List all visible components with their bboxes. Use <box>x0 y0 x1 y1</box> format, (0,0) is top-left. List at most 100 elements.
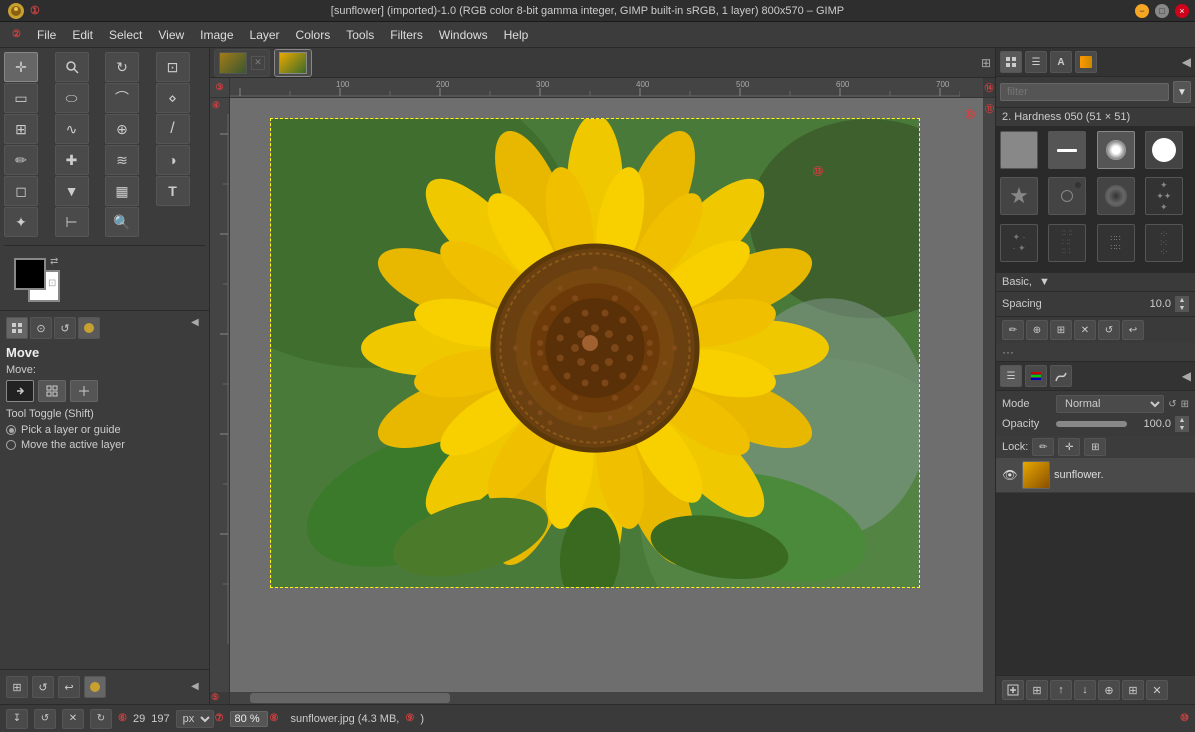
brush-item-11[interactable]: ∷∷∷∷ <box>1097 224 1135 262</box>
brush-save-btn[interactable]: ↩ <box>1122 320 1144 340</box>
brush-copy-btn[interactable]: ⊞ <box>1050 320 1072 340</box>
dodge-btn[interactable]: ◑ <box>156 145 190 175</box>
bottom-icon-3[interactable]: ↩ <box>58 676 80 698</box>
vertical-scrollbar[interactable]: ⑪ <box>983 98 995 692</box>
brush-item-7[interactable] <box>1097 177 1135 215</box>
paint-btn[interactable]: ✏ <box>4 145 38 175</box>
lock-position-btn[interactable]: ✛ <box>1058 438 1080 456</box>
select-free-btn[interactable]: ⌒ <box>105 83 139 113</box>
image-tab-2[interactable] <box>274 49 312 77</box>
panel-expand-btn[interactable]: ◀ <box>191 317 203 329</box>
move-icon-crosshair[interactable] <box>70 380 98 402</box>
brush-duplicate-btn[interactable]: ⊕ <box>1026 320 1048 340</box>
menu-view[interactable]: View <box>150 25 192 45</box>
eyedropper-btn[interactable]: ✦ <box>4 207 38 237</box>
layers-tab[interactable]: ☰ <box>1000 365 1022 387</box>
layer-merge-btn[interactable]: ⊕ <box>1098 680 1120 700</box>
bottom-icon-2[interactable]: ↺ <box>32 676 54 698</box>
brush-item-12[interactable]: ·:·:·:·:· <box>1145 224 1183 262</box>
brush-more[interactable]: ··· <box>996 343 1195 361</box>
filter-input[interactable] <box>1000 83 1169 101</box>
menu-help[interactable]: Help <box>496 25 537 45</box>
opacity-spinner[interactable]: ▲ ▼ <box>1175 416 1189 432</box>
opacity-up-btn[interactable]: ▲ <box>1175 416 1189 424</box>
layers-expand[interactable]: ◀ <box>1182 369 1191 383</box>
transform-btn[interactable]: ⊞ <box>4 114 38 144</box>
restore-btn[interactable]: □ <box>1155 4 1169 18</box>
move-icon-grid[interactable] <box>38 380 66 402</box>
brush-item-2[interactable] <box>1048 131 1086 169</box>
bottom-icon-1[interactable]: ⊞ <box>6 676 28 698</box>
layer-flatten-btn[interactable]: ⊞ <box>1122 680 1144 700</box>
heal-btn[interactable]: ✚ <box>55 145 89 175</box>
mode-select[interactable]: Normal <box>1056 395 1164 413</box>
zoom-tool-btn[interactable] <box>55 52 89 82</box>
spacing-up-btn[interactable]: ▲ <box>1175 296 1189 304</box>
menu-tools[interactable]: Tools <box>338 25 382 45</box>
brush-item-1[interactable] <box>1000 131 1038 169</box>
statusbar-btn-redo[interactable]: ↻ <box>90 709 112 729</box>
brush-delete-btn[interactable]: ✕ <box>1074 320 1096 340</box>
crop-tool-btn[interactable]: ⊡ <box>156 52 190 82</box>
select-ellipse-btn[interactable]: ⬭ <box>55 83 89 113</box>
brush-item-4[interactable] <box>1145 131 1183 169</box>
mode-legacy-btn[interactable]: ⊞ <box>1181 399 1189 410</box>
channels-tab[interactable] <box>1025 365 1047 387</box>
bucket-fill-btn[interactable]: ▼ <box>55 176 89 206</box>
smudge-btn[interactable]: ≋ <box>105 145 139 175</box>
move-icon-link[interactable] <box>6 380 34 402</box>
layer-delete-btn[interactable]: ✕ <box>1146 680 1168 700</box>
brush-item-9[interactable]: ✦ ·· ✦ <box>1000 224 1038 262</box>
spacing-spinner[interactable]: ▲ ▼ <box>1175 296 1189 312</box>
horizontal-scrollbar[interactable] <box>230 692 995 704</box>
swap-colors-btn[interactable]: ⇄ <box>50 256 58 267</box>
layer-down-btn[interactable]: ↓ <box>1074 680 1096 700</box>
select-rect-btn[interactable]: ▭ <box>4 83 38 113</box>
radio-pick-layer[interactable]: Pick a layer or guide <box>6 424 203 436</box>
image-tab-1[interactable]: ✕ <box>214 49 270 77</box>
blend-btn[interactable]: ▦ <box>105 176 139 206</box>
brush-item-5[interactable]: ★ <box>1000 177 1038 215</box>
menu-image[interactable]: Image <box>192 25 241 45</box>
fuzzy-select-btn[interactable]: ⋄ <box>156 83 190 113</box>
options-tab-active[interactable] <box>6 317 28 339</box>
brush-item-3[interactable] <box>1097 131 1135 169</box>
options-tab-2[interactable]: ⊙ <box>30 317 52 339</box>
options-tab-4[interactable] <box>78 317 100 339</box>
menu-windows[interactable]: Windows <box>431 25 496 45</box>
measure-btn[interactable]: ⊢ <box>55 207 89 237</box>
erase-btn[interactable]: ◻ <box>4 176 38 206</box>
zoom-input[interactable] <box>230 711 268 727</box>
panel-right-expand[interactable]: ◀ <box>1182 55 1191 69</box>
brush-item-10[interactable]: :: ::: :::: : <box>1048 224 1086 262</box>
brush-item-6[interactable] <box>1048 177 1086 215</box>
brush-list-tab[interactable]: ☰ <box>1025 51 1047 73</box>
menu-colors[interactable]: Colors <box>288 25 339 45</box>
menu-select[interactable]: Select <box>101 25 150 45</box>
search-btn[interactable]: 🔍 <box>105 207 139 237</box>
panel-collapse-btn[interactable]: ◀ <box>191 681 203 693</box>
brush-gradient-tab[interactable] <box>1075 51 1097 73</box>
statusbar-btn-export[interactable]: ↧ <box>6 709 28 729</box>
layer-new-btn[interactable] <box>1002 680 1024 700</box>
layer-up-btn[interactable]: ↑ <box>1050 680 1072 700</box>
options-tab-3[interactable]: ↺ <box>54 317 76 339</box>
move-tool-btn[interactable]: ✛ <box>4 52 38 82</box>
statusbar-btn-undo[interactable]: ↺ <box>34 709 56 729</box>
bottom-icon-4[interactable] <box>84 676 106 698</box>
warp-btn[interactable]: ∿ <box>55 114 89 144</box>
menu-edit[interactable]: Edit <box>64 25 101 45</box>
brush-edit-btn[interactable]: ✏ <box>1002 320 1024 340</box>
brush-preset-dropdown[interactable]: ▼ <box>1039 276 1050 288</box>
close-btn[interactable]: × <box>1175 4 1189 18</box>
text-btn[interactable]: T <box>156 176 190 206</box>
layer-visibility-btn[interactable]: 👁 <box>1002 467 1018 483</box>
brush-refresh-btn[interactable]: ↺ <box>1098 320 1120 340</box>
clone-btn[interactable]: ⊕ <box>105 114 139 144</box>
filter-dropdown-btn[interactable]: ▼ <box>1173 81 1191 103</box>
brush-item-8[interactable]: ✦✦✦✦ <box>1145 177 1183 215</box>
radio-move-active[interactable]: Move the active layer <box>6 439 203 451</box>
layer-row[interactable]: 👁 sunflower. <box>996 458 1195 493</box>
tabs-expand[interactable]: ⊞ <box>981 56 991 70</box>
statusbar-btn-cancel[interactable]: ✕ <box>62 709 84 729</box>
